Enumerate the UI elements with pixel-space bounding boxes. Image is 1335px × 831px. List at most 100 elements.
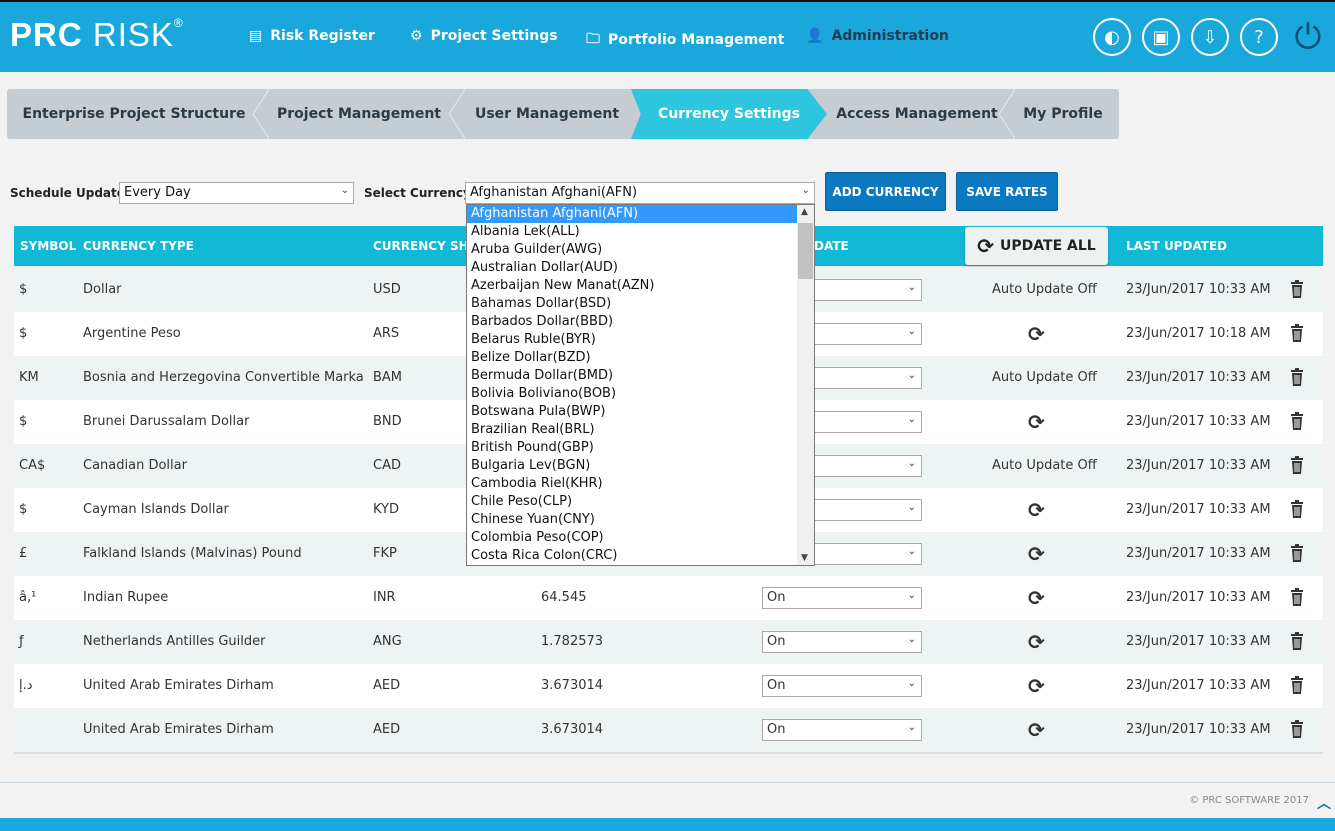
cell-currency-type: Cayman Islands Dollar (83, 502, 229, 517)
nav-risk-register[interactable]: ▤ Risk Register (249, 28, 375, 44)
dropdown-option[interactable]: Barbados Dollar(BBD) (467, 313, 798, 331)
nav-administration[interactable]: 👤 Administration (806, 28, 949, 44)
dropdown-option[interactable]: Botswana Pula(BWP) (467, 403, 798, 421)
cell-last-updated: 23/Jun/2017 10:33 AM (1126, 634, 1271, 649)
trash-icon[interactable] (1290, 279, 1304, 299)
dropdown-option[interactable]: Cambodia Riel(KHR) (467, 475, 798, 493)
cell-last-updated: 23/Jun/2017 10:33 AM (1126, 678, 1271, 693)
table-row: United Arab Emirates Dirham AED 3.673014… (14, 708, 1323, 752)
update-all-button[interactable]: ⟳ UPDATE ALL (965, 227, 1108, 265)
cell-last-updated: 23/Jun/2017 10:33 AM (1126, 282, 1271, 297)
chevron-down-icon: ⌄ (907, 634, 916, 645)
inbox-download-icon[interactable]: ⇩ (1191, 18, 1229, 56)
calendar-download-icon[interactable]: ▣ (1142, 18, 1180, 56)
refresh-icon[interactable]: ⟳ (1028, 322, 1045, 346)
cell-symbol: $ (19, 502, 28, 517)
schedule-update-label: Schedule Update : (10, 186, 134, 200)
add-currency-button[interactable]: ADD CURRENCY (825, 172, 946, 211)
trash-icon[interactable] (1290, 367, 1304, 387)
schedule-update-select[interactable]: Every Day ⌄ (119, 182, 354, 204)
auto-update-select[interactable]: On ⌄ (762, 587, 922, 609)
tab-user-management[interactable]: User Management (457, 89, 637, 139)
chevron-down-icon: ⌄ (907, 590, 916, 601)
toggle-icon[interactable]: ◐ (1093, 18, 1131, 56)
chevron-down-icon: ⌄ (907, 458, 916, 469)
select-currency-select[interactable]: Afghanistan Afghani(AFN) ⌄ (465, 182, 815, 204)
trash-icon[interactable] (1290, 719, 1304, 739)
trash-icon[interactable] (1290, 587, 1304, 607)
nav-portfolio-management[interactable]: 🗀 Portfolio Management (586, 28, 784, 52)
tab-access-management[interactable]: Access Management (827, 89, 1015, 139)
cell-currency-type: Netherlands Antilles Guilder (83, 634, 266, 649)
auto-update-select[interactable]: On ⌄ (762, 675, 922, 697)
cell-currency-type: Argentine Peso (83, 326, 181, 341)
scroll-top-icon[interactable]: ︿ (1317, 793, 1331, 813)
dropdown-option[interactable]: Bahamas Dollar(BSD) (467, 295, 798, 313)
dropdown-option[interactable]: Bolivia Boliviano(BOB) (467, 385, 798, 403)
select-currency-label: Select Currency : (364, 186, 480, 200)
dropdown-option[interactable]: Brazilian Real(BRL) (467, 421, 798, 439)
bottom-bar (0, 818, 1335, 831)
cell-symbol: KM (19, 370, 39, 385)
trash-icon[interactable] (1290, 631, 1304, 651)
refresh-icon[interactable]: ⟳ (1028, 718, 1045, 742)
refresh-icon[interactable]: ⟳ (1028, 674, 1045, 698)
trash-icon[interactable] (1290, 455, 1304, 475)
refresh-icon[interactable]: ⟳ (1028, 586, 1045, 610)
cell-currency-type: Dollar (83, 282, 122, 297)
logo: PRC RISK® (10, 16, 184, 53)
auto-update-select[interactable]: On ⌄ (762, 719, 922, 741)
currency-dropdown-list[interactable]: Afghanistan Afghani(AFN) Albania Lek(ALL)… (466, 204, 815, 566)
dropdown-option[interactable]: Aruba Guilder(AWG) (467, 241, 798, 259)
dropdown-option[interactable]: Costa Rica Colon(CRC) (467, 547, 798, 565)
dropdown-option[interactable]: Bermuda Dollar(BMD) (467, 367, 798, 385)
refresh-icon[interactable]: ⟳ (1028, 410, 1045, 434)
dropdown-option[interactable]: Colombia Peso(COP) (467, 529, 798, 547)
dropdown-option[interactable]: Belize Dollar(BZD) (467, 349, 798, 367)
tab-project-management[interactable]: Project Management (261, 89, 465, 139)
save-rates-button[interactable]: SAVE RATES (956, 172, 1058, 211)
dropdown-option[interactable]: Bulgaria Lev(BGN) (467, 457, 798, 475)
trash-icon[interactable] (1290, 499, 1304, 519)
auto-update-select[interactable]: On ⌄ (762, 631, 922, 653)
trash-icon[interactable] (1290, 543, 1304, 563)
tab-my-profile[interactable]: My Profile (1007, 89, 1119, 139)
refresh-icon[interactable]: ⟳ (1028, 498, 1045, 522)
cell-currency-type: United Arab Emirates Dirham (83, 678, 274, 693)
header-last-updated: LAST UPDATED (1126, 239, 1228, 253)
dropdown-option[interactable]: Chile Peso(CLP) (467, 493, 798, 511)
chevron-down-icon: ⌄ (907, 282, 916, 293)
auto-update-status: Auto Update Off (992, 458, 1097, 473)
tab-enterprise-project-structure[interactable]: Enterprise Project Structure (7, 89, 269, 139)
tab-currency-settings[interactable]: Currency Settings (631, 89, 827, 139)
dropdown-option[interactable]: Belarus Ruble(BYR) (467, 331, 798, 349)
cell-currency-short: INR (373, 590, 396, 605)
cell-currency-short: AED (373, 722, 401, 737)
dropdown-option[interactable]: Afghanistan Afghani(AFN) (467, 205, 798, 223)
cell-currency-short: BAM (373, 370, 403, 385)
dropdown-option[interactable]: British Pound(GBP) (467, 439, 798, 457)
power-icon[interactable]: ⏻ (1289, 17, 1327, 57)
chevron-down-icon: ⌄ (907, 414, 916, 425)
dropdown-option[interactable]: Azerbaijan New Manat(AZN) (467, 277, 798, 295)
cell-currency-short: AED (373, 678, 401, 693)
trash-icon[interactable] (1290, 411, 1304, 431)
top-navbar: PRC RISK® ▤ Risk Register ⚙ Project Settin… (0, 0, 1335, 72)
cell-last-updated: 23/Jun/2017 10:33 AM (1126, 722, 1271, 737)
help-icon[interactable]: ? (1240, 18, 1278, 56)
dropdown-scrollbar[interactable]: ▲ ▼ (797, 205, 814, 565)
trash-icon[interactable] (1290, 675, 1304, 695)
nav-project-settings[interactable]: ⚙ Project Settings (410, 28, 558, 44)
copyright: © PRC SOFTWARE 2017 (1189, 795, 1309, 806)
chevron-down-icon: ⌄ (340, 185, 349, 196)
refresh-icon[interactable]: ⟳ (1028, 630, 1045, 654)
dropdown-option[interactable]: Chinese Yuan(CNY) (467, 511, 798, 529)
dropdown-option[interactable]: Albania Lek(ALL) (467, 223, 798, 241)
dropdown-option[interactable]: Australian Dollar(AUD) (467, 259, 798, 277)
cell-currency-type: Indian Rupee (83, 590, 169, 605)
trash-icon[interactable] (1290, 323, 1304, 343)
table-row: ƒ Netherlands Antilles Guilder ANG 1.782… (14, 620, 1323, 664)
refresh-icon[interactable]: ⟳ (1028, 542, 1045, 566)
cell-rate: 3.673014 (541, 722, 604, 737)
cell-currency-short: KYD (373, 502, 400, 517)
